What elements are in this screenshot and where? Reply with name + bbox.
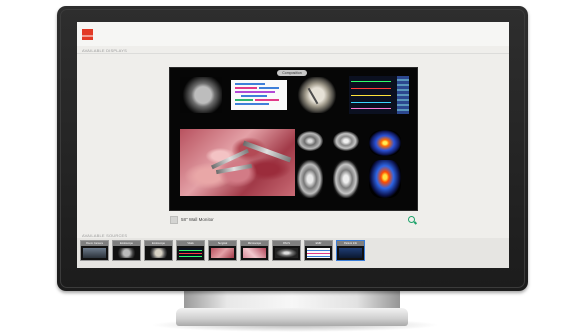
pet-scan-coronal[interactable]	[369, 160, 401, 198]
microscope-feed-icon	[243, 248, 266, 258]
source-tile[interactable]: Surgical	[208, 240, 237, 261]
zoom-icon[interactable]	[408, 216, 415, 223]
emr-feed-icon	[307, 248, 330, 258]
ct-scan-axial-1[interactable]	[297, 131, 323, 151]
screen: AVAILABLE DISPLAYS Composition 58" Wall …	[77, 22, 509, 268]
top-bar	[77, 22, 509, 46]
source-tile[interactable]: Vitals	[176, 240, 205, 261]
pet-scan-axial[interactable]	[369, 130, 401, 156]
vitals-feed-icon	[179, 248, 202, 258]
ct-scan-coronal-1[interactable]	[297, 160, 323, 198]
monitor-stand-base	[176, 308, 408, 326]
ct-scan-axial-2[interactable]	[333, 131, 359, 151]
display-preview[interactable]: Composition	[169, 67, 418, 211]
camera-feed-icon	[83, 248, 106, 258]
source-tile[interactable]: Patient Info	[336, 240, 365, 261]
divider	[77, 53, 509, 54]
display-icon	[170, 216, 178, 224]
endoscope-feed-icon	[115, 248, 138, 258]
surgical-camera-tile[interactable]	[180, 129, 295, 196]
patient-data-tile[interactable]	[231, 80, 287, 110]
brand-logo	[82, 29, 93, 40]
patient-info-feed-icon	[339, 248, 362, 258]
vitals-monitor-tile[interactable]	[349, 76, 409, 114]
source-tile[interactable]: PACS	[272, 240, 301, 261]
source-tile[interactable]: Room Camera	[80, 240, 109, 261]
endoscope-tile[interactable]	[180, 77, 222, 113]
source-tile[interactable]: Microscope	[240, 240, 269, 261]
endoscope-feed-icon	[147, 248, 170, 258]
ct-scan-coronal-2[interactable]	[333, 160, 359, 198]
source-tile[interactable]: EMR	[304, 240, 333, 261]
laparoscope-tile[interactable]	[295, 77, 339, 113]
composition-tag[interactable]: Composition	[277, 70, 307, 76]
pacs-feed-icon	[275, 248, 298, 258]
source-tile[interactable]: Endoscope	[144, 240, 173, 261]
surgical-feed-icon	[211, 248, 234, 258]
display-name: 58" Wall Monitor	[181, 217, 214, 222]
section-title-sources: AVAILABLE SOURCES	[82, 233, 128, 238]
source-tile[interactable]: Endoscope	[112, 240, 141, 261]
